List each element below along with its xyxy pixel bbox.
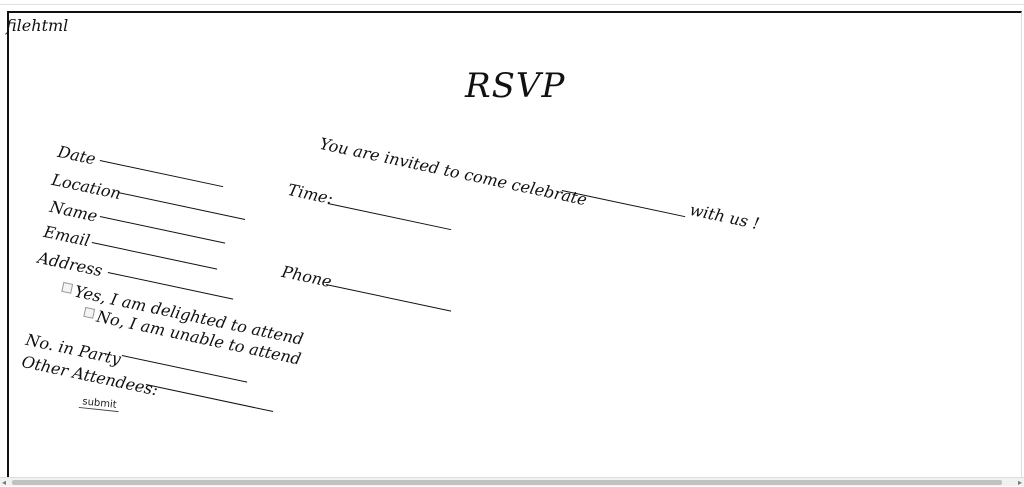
document-label: filehtml bbox=[6, 16, 69, 35]
scroll-left-icon[interactable]: ◂ bbox=[2, 478, 6, 487]
page-title: RSVP bbox=[465, 66, 566, 106]
no-checkbox[interactable] bbox=[83, 306, 96, 319]
top-border bbox=[0, 4, 1024, 5]
yes-checkbox[interactable] bbox=[61, 281, 74, 294]
scroll-thumb[interactable] bbox=[12, 480, 1002, 485]
scroll-right-icon[interactable]: ▸ bbox=[1018, 478, 1022, 487]
